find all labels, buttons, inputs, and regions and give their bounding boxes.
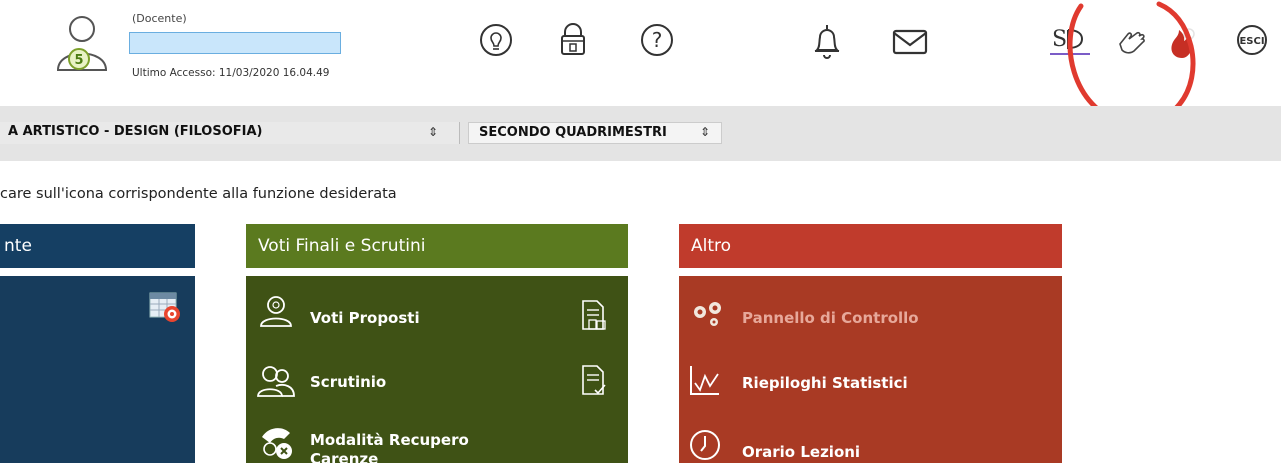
menu-item-riepiloghi-statistici[interactable]: Riepiloghi Statistici (742, 374, 908, 392)
instructions-text: care sull'icona corrispondente alla funz… (0, 186, 397, 202)
bell-icon[interactable] (807, 22, 847, 62)
user-role: (Docente) (132, 12, 187, 25)
statistics-chart-icon (690, 366, 719, 395)
avatar-badge: 5 (74, 53, 83, 68)
users-group-icon (257, 366, 295, 397)
logout-label: ESCI (1239, 36, 1264, 47)
menu-item-modalita-recupero-line2[interactable]: Carenze (310, 450, 378, 468)
menu-item-modalita-recupero[interactable]: Modalità Recupero (310, 431, 469, 449)
period-select-arrow[interactable]: ⇕ (700, 125, 710, 139)
panel-header-voti-finali: Voti Finali e Scrutini (246, 224, 628, 268)
period-select[interactable]: SECONDO QUADRIMESTRI (468, 122, 722, 144)
recovery-icon (262, 428, 292, 459)
calendar-target-icon[interactable] (148, 290, 182, 324)
gears-icon (694, 302, 721, 326)
svg-text:?: ? (652, 28, 663, 52)
menu-item-voti-proposti[interactable]: Voti Proposti (310, 309, 420, 327)
menu-item-pannello-controllo[interactable]: Pannello di Controllo (742, 309, 919, 327)
lightbulb-icon[interactable] (476, 20, 516, 60)
avatar-icon[interactable]: 5 (50, 12, 114, 76)
lock-icon[interactable] (553, 20, 593, 60)
document-proposal-icon[interactable] (580, 299, 608, 333)
mail-icon[interactable] (890, 22, 930, 62)
help-icon[interactable]: ? (637, 20, 677, 60)
menu-item-orario-lezioni[interactable]: Orario Lezioni (742, 443, 860, 461)
menu-item-scrutinio[interactable]: Scrutinio (310, 373, 386, 391)
last-access-text: Ultimo Accesso: 11/03/2020 16.04.49 (132, 67, 330, 79)
clock-icon (690, 430, 720, 460)
document-check-icon[interactable] (580, 364, 608, 398)
panel-body-altro (679, 276, 1062, 463)
panel-header-left: nte (0, 224, 195, 268)
panel-header-altro: Altro (679, 224, 1062, 268)
user-name-field (129, 32, 341, 54)
class-select-arrow[interactable]: ⇕ (428, 125, 438, 139)
logout-icon[interactable]: ESCI (1232, 22, 1272, 62)
user-search-icon (260, 296, 292, 327)
class-select[interactable]: A ARTISTICO - DESIGN (FILOSOFIA) (0, 122, 460, 144)
